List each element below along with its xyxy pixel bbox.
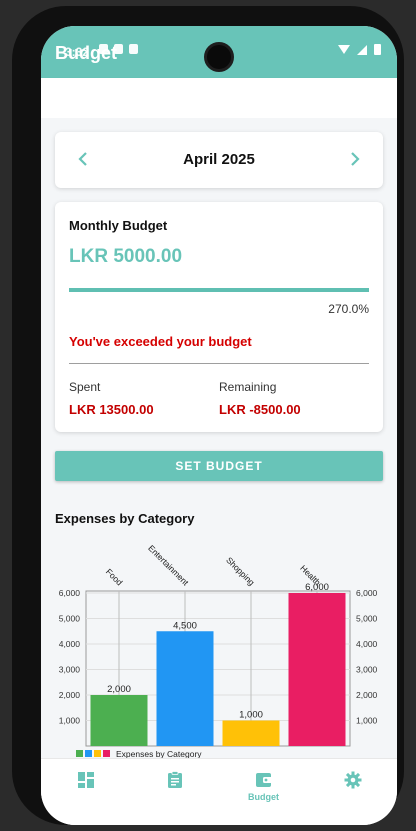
dashboard-icon bbox=[77, 772, 94, 788]
data-label: 4,500 bbox=[173, 620, 197, 631]
toolbar bbox=[41, 78, 397, 118]
month-label: April 2025 bbox=[183, 151, 255, 168]
y-tick-label-right: 1,000 bbox=[356, 716, 378, 726]
nav-budget-label: Budget bbox=[248, 792, 279, 802]
x-tick-label: Food bbox=[104, 567, 125, 588]
y-tick-label-left: 5,000 bbox=[59, 614, 81, 624]
budget-progress-fill bbox=[69, 288, 369, 292]
y-tick-label-left: 3,000 bbox=[59, 665, 81, 675]
x-tick-label: Shopping bbox=[224, 555, 257, 588]
nav-budget[interactable]: Budget bbox=[219, 771, 308, 815]
bottom-navigation: Budget bbox=[41, 758, 397, 825]
y-tick-label-right: 2,000 bbox=[356, 690, 378, 700]
data-label: 2,000 bbox=[107, 684, 131, 695]
y-tick-label-left: 4,000 bbox=[59, 639, 81, 649]
notification-icons bbox=[99, 44, 138, 54]
clipboard-icon bbox=[167, 771, 182, 788]
legend-swatch bbox=[76, 750, 83, 757]
signal-icon bbox=[357, 44, 367, 55]
data-label: 1,000 bbox=[239, 710, 263, 721]
battery-icon bbox=[374, 44, 381, 55]
remaining-value: LKR -8500.00 bbox=[219, 402, 301, 417]
nav-transactions[interactable] bbox=[130, 771, 219, 815]
y-tick-label-right: 6,000 bbox=[356, 588, 378, 598]
camera-cutout bbox=[204, 42, 234, 72]
phone-frame: 3:32 Budget April 2025 Monthly Budget LK… bbox=[12, 6, 404, 825]
y-tick-label-left: 1,000 bbox=[59, 716, 81, 726]
bar-health bbox=[288, 593, 346, 746]
chevron-right-icon[interactable] bbox=[349, 149, 361, 173]
screen: 3:32 Budget April 2025 Monthly Budget LK… bbox=[41, 26, 397, 825]
y-tick-label-right: 3,000 bbox=[356, 665, 378, 675]
spent-label: Spent bbox=[69, 380, 101, 394]
budget-heading: Monthly Budget bbox=[69, 218, 168, 233]
set-budget-button[interactable]: SET BUDGET bbox=[55, 451, 383, 481]
month-selector: April 2025 bbox=[55, 132, 383, 188]
budget-card: Monthly Budget LKR 5000.00 270.0% You've… bbox=[55, 202, 383, 432]
gear-icon bbox=[344, 771, 361, 789]
bar-food bbox=[90, 695, 148, 746]
budget-content[interactable]: April 2025 Monthly Budget LKR 5000.00 27… bbox=[41, 118, 397, 758]
legend-swatch bbox=[85, 750, 92, 757]
budget-percent: 270.0% bbox=[328, 302, 369, 316]
wifi-icon bbox=[338, 45, 350, 54]
x-tick-label: Entertainment bbox=[146, 543, 191, 588]
y-tick-label-right: 4,000 bbox=[356, 639, 378, 649]
remaining-label: Remaining bbox=[219, 380, 277, 394]
nav-settings[interactable] bbox=[308, 771, 397, 815]
chart-title: Expenses by Category bbox=[55, 511, 195, 526]
budget-amount: LKR 5000.00 bbox=[69, 246, 183, 267]
notification-icon bbox=[99, 44, 108, 54]
system-icons bbox=[338, 44, 381, 55]
y-tick-label-right: 5,000 bbox=[356, 614, 378, 624]
app-bar: 3:32 Budget bbox=[41, 26, 397, 78]
legend-label: Expenses by Category bbox=[116, 749, 202, 758]
divider bbox=[69, 363, 369, 364]
sim-icon bbox=[129, 44, 138, 54]
y-tick-label-left: 6,000 bbox=[59, 588, 81, 598]
nav-dashboard[interactable] bbox=[41, 771, 130, 815]
data-label: 6,000 bbox=[305, 582, 329, 593]
shield-icon bbox=[114, 44, 123, 54]
legend-swatch bbox=[94, 750, 101, 757]
bar-shopping bbox=[222, 720, 280, 746]
y-tick-label-left: 2,000 bbox=[59, 690, 81, 700]
expenses-chart: 1,000 1,000 2,000 2,000 3,000 3,000 4,000 4,000… bbox=[41, 528, 397, 758]
budget-progress-bar bbox=[69, 288, 369, 292]
budget-warning: You've exceeded your budget bbox=[69, 334, 252, 349]
bar-entertainment bbox=[156, 631, 214, 746]
spent-value: LKR 13500.00 bbox=[69, 402, 154, 417]
legend-swatch bbox=[103, 750, 110, 757]
wallet-icon bbox=[255, 773, 272, 787]
bar-chart: 1,000 1,000 2,000 2,000 3,000 3,000 4,000 4,000… bbox=[59, 543, 378, 758]
